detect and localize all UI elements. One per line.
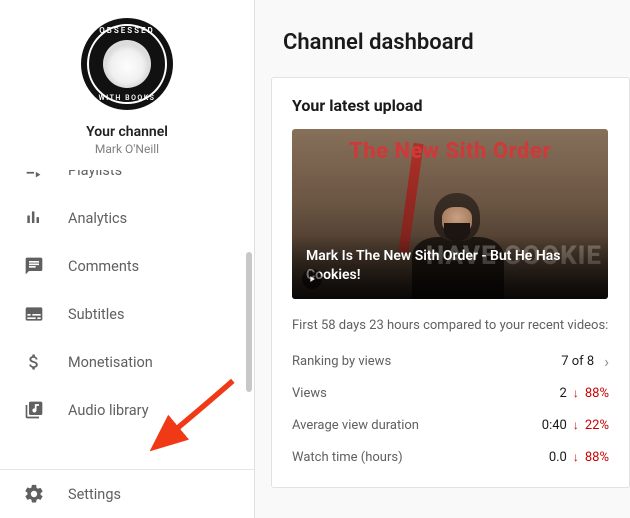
down-arrow-icon: ↓ xyxy=(573,418,579,432)
sidebar-item-label: Settings xyxy=(68,486,121,503)
sidebar-item-subtitles[interactable]: Subtitles xyxy=(0,290,254,338)
audio-library-icon xyxy=(22,398,46,422)
sidebar: OBSESSED WITH BOOKS Your channel Mark O'… xyxy=(0,0,255,518)
play-badge-icon xyxy=(302,269,322,289)
compare-text: First 58 days 23 hours compared to your … xyxy=(292,317,609,335)
avatar-inner xyxy=(103,40,151,88)
avatar-bottom-text: WITH BOOKS xyxy=(81,94,173,102)
stat-label: Views xyxy=(292,386,327,401)
your-channel-label: Your channel xyxy=(86,124,168,140)
sidebar-item-analytics[interactable]: Analytics xyxy=(0,194,254,242)
gear-icon xyxy=(22,482,46,506)
sidebar-nav: Playlists Analytics Comments xyxy=(0,170,254,469)
stat-delta: 88% xyxy=(585,450,609,465)
sidebar-item-label: Monetisation xyxy=(68,354,153,371)
stat-label: Watch time (hours) xyxy=(292,450,403,465)
sidebar-item-label: Subtitles xyxy=(68,306,124,323)
stat-row-avg-duration: Average view duration 0:40 ↓ 22% xyxy=(292,409,609,441)
stat-delta: 88% xyxy=(585,386,609,401)
analytics-icon xyxy=(22,206,46,230)
stat-delta: 22% xyxy=(585,418,609,433)
main-content: Channel dashboard Your latest upload HAV… xyxy=(255,0,630,518)
stat-row-ranking[interactable]: Ranking by views 7 of 8 › xyxy=(292,345,609,377)
down-arrow-icon: ↓ xyxy=(573,386,579,400)
sidebar-item-audio-library[interactable]: Audio library xyxy=(0,386,254,434)
latest-upload-card: Your latest upload HAVE COOKIE The New S… xyxy=(271,77,630,488)
stat-value: 0.0 xyxy=(549,450,567,465)
avatar[interactable]: OBSESSED WITH BOOKS xyxy=(81,18,173,110)
sidebar-item-settings[interactable]: Settings xyxy=(0,470,254,518)
playlist-icon xyxy=(22,170,46,182)
page-title: Channel dashboard xyxy=(255,2,630,77)
video-thumbnail[interactable]: HAVE COOKIE The New Sith Order Mark Is T… xyxy=(292,129,608,299)
stat-row-watch-time: Watch time (hours) 0.0 ↓ 88% xyxy=(292,441,609,473)
stat-value: 7 of 8 xyxy=(561,354,594,369)
sidebar-item-label: Analytics xyxy=(68,210,127,227)
sidebar-item-label: Audio library xyxy=(68,402,149,419)
sidebar-item-comments[interactable]: Comments xyxy=(0,242,254,290)
stat-label: Average view duration xyxy=(292,418,419,433)
down-arrow-icon: ↓ xyxy=(573,450,579,464)
sidebar-scrollbar[interactable] xyxy=(246,252,252,392)
chevron-right-icon: › xyxy=(604,352,609,371)
subtitles-icon xyxy=(22,302,46,326)
sidebar-item-label: Playlists xyxy=(68,170,122,179)
card-heading: Your latest upload xyxy=(292,96,609,115)
thumb-banner-text: The New Sith Order xyxy=(292,139,608,164)
channel-name: Mark O'Neill xyxy=(95,142,159,156)
stat-value: 0:40 xyxy=(542,418,567,433)
sidebar-item-playlists[interactable]: Playlists xyxy=(0,170,254,194)
sidebar-item-monetisation[interactable]: Monetisation xyxy=(0,338,254,386)
channel-block: OBSESSED WITH BOOKS Your channel Mark O'… xyxy=(0,0,254,170)
thumb-title-overlay: Mark Is The New Sith Order - But He Has … xyxy=(292,235,608,299)
stat-row-views: Views 2 ↓ 88% xyxy=(292,377,609,409)
monetisation-icon xyxy=(22,350,46,374)
stat-label: Ranking by views xyxy=(292,354,391,369)
comments-icon xyxy=(22,254,46,278)
stat-value: 2 xyxy=(560,386,567,401)
sidebar-item-label: Comments xyxy=(68,258,139,275)
